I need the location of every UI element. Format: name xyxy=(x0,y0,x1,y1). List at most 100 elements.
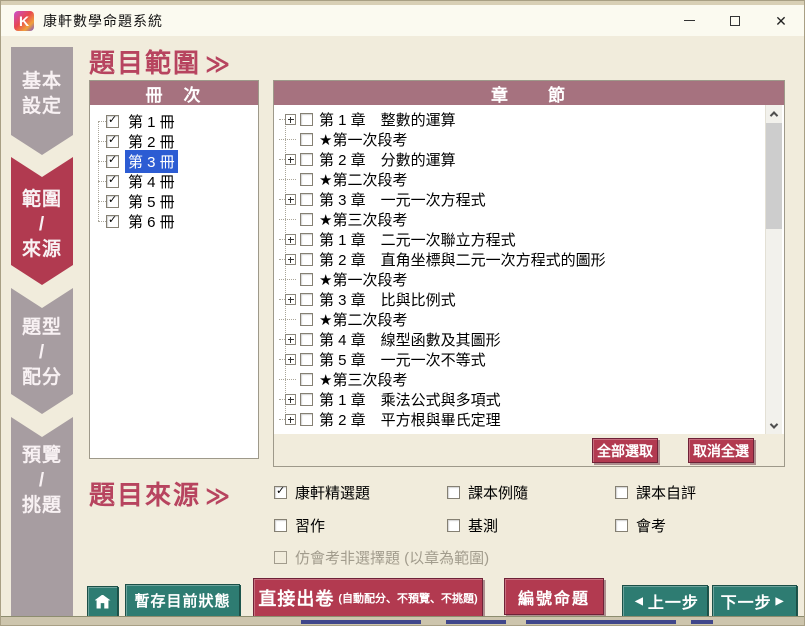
source-option-label[interactable]: 課本例隨 xyxy=(468,482,528,503)
exam-checkbox[interactable] xyxy=(300,373,313,386)
chapter-row[interactable]: 第 3 章 比與比例式 xyxy=(274,289,784,309)
source-checkbox[interactable] xyxy=(274,486,287,499)
source-option-label[interactable]: 康軒精選題 xyxy=(295,482,370,503)
chapter-checkbox[interactable] xyxy=(300,333,313,346)
expand-plus-icon[interactable] xyxy=(285,114,296,125)
expand-plus-icon[interactable] xyxy=(285,154,296,165)
chapter-label[interactable]: 第 3 章 比與比例式 xyxy=(319,289,456,310)
chapter-row[interactable]: 第 2 章 直角坐標與二元一次方程式的圖形 xyxy=(274,249,784,269)
numbering-button[interactable]: 編號命題 xyxy=(504,578,604,615)
exam-label[interactable]: ★第二次段考 xyxy=(319,309,407,330)
chapter-row[interactable]: ★第二次段考 xyxy=(274,169,784,189)
exam-label[interactable]: ★第一次段考 xyxy=(319,269,407,290)
chapter-label[interactable]: 第 4 章 線型函數及其圖形 xyxy=(319,329,501,350)
source-option-label[interactable]: 課本自評 xyxy=(636,482,696,503)
chapter-checkbox[interactable] xyxy=(300,293,313,306)
chapter-checkbox[interactable] xyxy=(300,253,313,266)
scrollbar-thumb[interactable] xyxy=(766,123,782,229)
chapter-row[interactable]: ★第三次段考 xyxy=(274,209,784,229)
expand-plus-icon[interactable] xyxy=(285,234,296,245)
chapter-row[interactable]: 第 4 章 線型函數及其圖形 xyxy=(274,329,784,349)
expand-plus-icon[interactable] xyxy=(285,414,296,425)
chapter-row[interactable]: 第 5 章 一元一次不等式 xyxy=(274,349,784,369)
source-option[interactable]: 課本例隨 xyxy=(447,482,615,502)
sidebar-item-type-points[interactable]: 題型 / 配分 xyxy=(11,288,73,414)
chapter-label[interactable]: 第 2 章 分數的運算 xyxy=(319,149,456,170)
minimize-button[interactable] xyxy=(666,5,712,36)
volume-checkbox[interactable] xyxy=(106,135,119,148)
volume-checkbox[interactable] xyxy=(106,155,119,168)
chapter-row[interactable]: ★第三次段考 xyxy=(274,369,784,389)
source-option[interactable]: 習作 xyxy=(274,515,447,535)
chapter-checkbox[interactable] xyxy=(300,413,313,426)
volume-checkbox[interactable] xyxy=(106,195,119,208)
maximize-button[interactable] xyxy=(712,5,758,36)
volume-row[interactable]: 第 3 冊 xyxy=(90,151,258,171)
expand-plus-icon[interactable] xyxy=(285,354,296,365)
chapter-checkbox[interactable] xyxy=(300,113,313,126)
scroll-down-arrow-icon[interactable] xyxy=(766,417,782,434)
chapter-label[interactable]: 第 2 章 平方根與畢氏定理 xyxy=(319,409,501,430)
select-all-button[interactable]: 全部選取 xyxy=(592,438,658,463)
chapter-checkbox[interactable] xyxy=(300,153,313,166)
close-button[interactable]: ✕ xyxy=(758,5,804,36)
chapter-row[interactable]: 第 1 章 二元一次聯立方程式 xyxy=(274,229,784,249)
scroll-up-arrow-icon[interactable] xyxy=(766,105,782,122)
volume-label[interactable]: 第 6 冊 xyxy=(125,210,178,233)
chapter-row[interactable]: 第 3 章 一元一次方程式 xyxy=(274,189,784,209)
chapter-row[interactable]: 第 1 章 乘法公式與多項式 xyxy=(274,389,784,409)
volume-checkbox[interactable] xyxy=(106,175,119,188)
exam-checkbox[interactable] xyxy=(300,273,313,286)
chapter-row[interactable]: 第 2 章 分數的運算 xyxy=(274,149,784,169)
expand-plus-icon[interactable] xyxy=(285,394,296,405)
expand-plus-icon[interactable] xyxy=(285,294,296,305)
volume-row[interactable]: 第 2 冊 xyxy=(90,131,258,151)
sidebar-item-basic-settings[interactable]: 基本 設定 xyxy=(11,47,73,155)
chapter-checkbox[interactable] xyxy=(300,233,313,246)
volume-row[interactable]: 第 4 冊 xyxy=(90,171,258,191)
chapter-row[interactable]: ★第一次段考 xyxy=(274,269,784,289)
exam-checkbox[interactable] xyxy=(300,213,313,226)
chapter-label[interactable]: 第 3 章 一元一次方程式 xyxy=(319,189,486,210)
chapter-row[interactable]: ★第二次段考 xyxy=(274,309,784,329)
chapter-row[interactable]: 第 2 章 平方根與畢氏定理 xyxy=(274,409,784,429)
volume-row[interactable]: 第 1 冊 xyxy=(90,111,258,131)
next-step-button[interactable]: 下一步 ▶ xyxy=(712,585,797,617)
exam-checkbox[interactable] xyxy=(300,173,313,186)
sidebar-item-preview-pick[interactable]: 預覽 / 挑題 xyxy=(11,417,73,618)
exam-checkbox[interactable] xyxy=(300,313,313,326)
source-option[interactable]: 康軒精選題 xyxy=(274,482,447,502)
direct-output-button[interactable]: 直接出卷 (自動配分、不預覽、不挑題) xyxy=(253,578,483,617)
source-checkbox[interactable] xyxy=(447,486,460,499)
exam-label[interactable]: ★第一次段考 xyxy=(319,129,407,150)
source-option[interactable]: 基測 xyxy=(447,515,615,535)
chapter-label[interactable]: 第 2 章 直角坐標與二元一次方程式的圖形 xyxy=(319,249,606,270)
source-checkbox[interactable] xyxy=(274,519,287,532)
prev-step-button[interactable]: ◀ 上一步 xyxy=(622,585,708,617)
exam-label[interactable]: ★第二次段考 xyxy=(319,169,407,190)
chapter-checkbox[interactable] xyxy=(300,193,313,206)
chapter-label[interactable]: 第 1 章 二元一次聯立方程式 xyxy=(319,229,516,250)
deselect-all-button[interactable]: 取消全選 xyxy=(688,438,754,463)
chapter-label[interactable]: 第 5 章 一元一次不等式 xyxy=(319,349,486,370)
expand-plus-icon[interactable] xyxy=(285,194,296,205)
source-checkbox[interactable] xyxy=(447,519,460,532)
sidebar-item-range-source[interactable]: 範圍 / 來源 xyxy=(11,157,73,285)
expand-plus-icon[interactable] xyxy=(285,254,296,265)
exam-label[interactable]: ★第三次段考 xyxy=(319,209,407,230)
source-option[interactable]: 課本自評 xyxy=(615,482,765,502)
chapter-checkbox[interactable] xyxy=(300,393,313,406)
source-option-label[interactable]: 習作 xyxy=(295,515,325,536)
scrollbar[interactable] xyxy=(765,105,782,434)
chapter-label[interactable]: 第 1 章 乘法公式與多項式 xyxy=(319,389,501,410)
volume-checkbox[interactable] xyxy=(106,215,119,228)
source-option-label[interactable]: 會考 xyxy=(636,515,666,536)
source-checkbox[interactable] xyxy=(615,519,628,532)
expand-plus-icon[interactable] xyxy=(285,334,296,345)
chapter-row[interactable]: 第 1 章 整數的運算 xyxy=(274,109,784,129)
volume-row[interactable]: 第 5 冊 xyxy=(90,191,258,211)
source-option[interactable]: 會考 xyxy=(615,515,765,535)
exam-label[interactable]: ★第三次段考 xyxy=(319,369,407,390)
save-state-button[interactable]: 暫存目前狀態 xyxy=(125,584,240,617)
chapter-checkbox[interactable] xyxy=(300,353,313,366)
